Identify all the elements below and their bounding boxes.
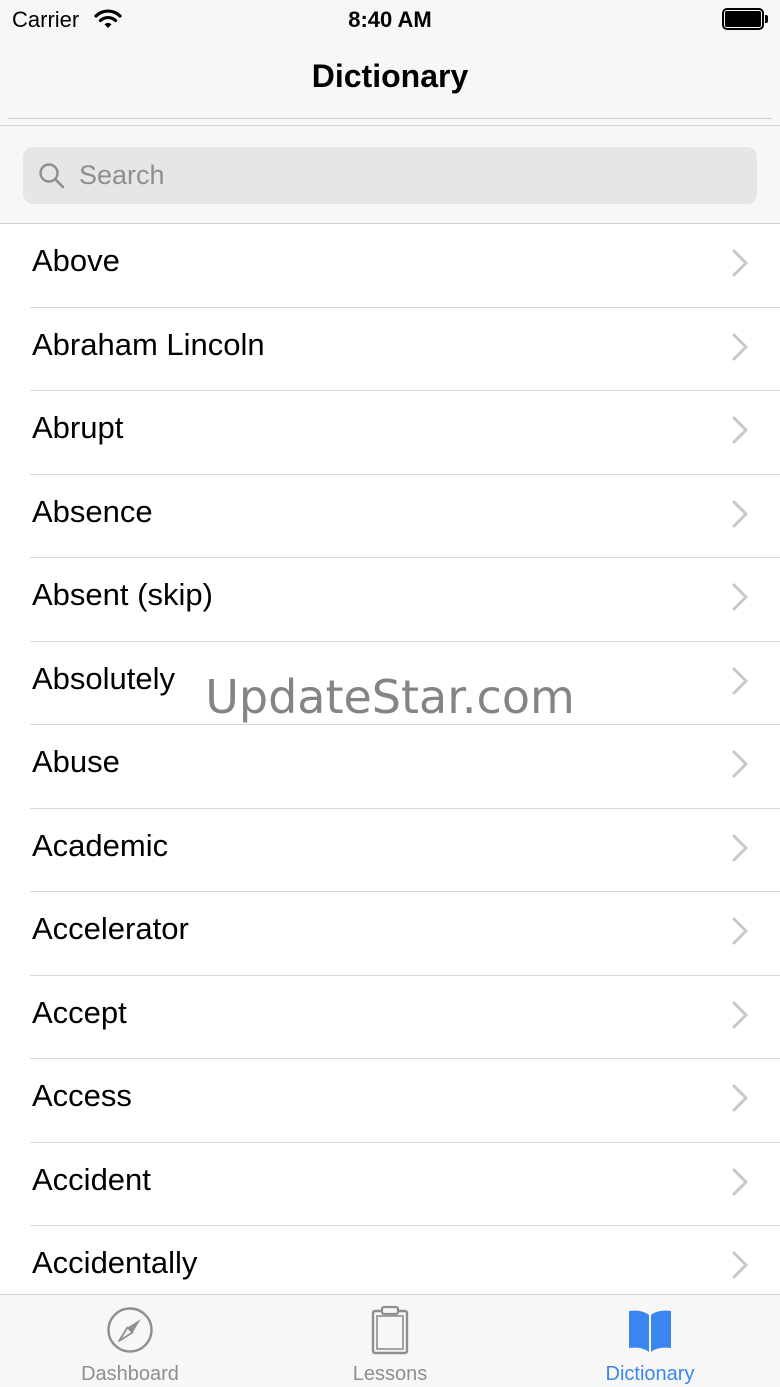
- chevron-right-icon: [731, 1083, 749, 1118]
- list-item[interactable]: Absent (skip): [0, 558, 780, 642]
- list-item[interactable]: Accident: [0, 1143, 780, 1226]
- list-item[interactable]: Academic: [0, 809, 780, 892]
- chevron-right-icon: [731, 916, 749, 951]
- navigation-bar: Dictionary: [0, 40, 780, 126]
- chevron-right-icon: [731, 666, 749, 701]
- list-item[interactable]: Abuse: [0, 725, 780, 809]
- search-input[interactable]: [79, 153, 739, 198]
- list-item-label: Absent (skip): [32, 577, 213, 612]
- status-bar: Carrier 8:40 AM: [0, 0, 780, 40]
- chevron-right-icon: [731, 1167, 749, 1202]
- clipboard-icon: [364, 1305, 416, 1355]
- chevron-right-icon: [731, 499, 749, 534]
- list-item-label: Accept: [32, 994, 127, 1030]
- tab-label: Lessons: [352, 1363, 428, 1385]
- dictionary-list: Above Abraham Lincoln Abrupt Absence Abs…: [0, 224, 780, 1294]
- search-bar: [0, 126, 780, 224]
- list-item-label: Absence: [32, 493, 153, 529]
- chevron-right-icon: [731, 1250, 749, 1285]
- list-item[interactable]: Absence: [0, 475, 780, 558]
- chevron-right-icon: [731, 833, 749, 868]
- chevron-right-icon: [731, 248, 749, 283]
- tab-lessons[interactable]: Lessons: [260, 1295, 520, 1387]
- list-item-label: Accidentally: [32, 1245, 198, 1280]
- list-item-label: Academic: [32, 827, 169, 863]
- list-item[interactable]: Accidentally: [0, 1226, 780, 1294]
- search-field[interactable]: [23, 147, 757, 204]
- divider: [8, 118, 772, 119]
- chevron-right-icon: [731, 415, 749, 450]
- tab-label: Dashboard: [81, 1363, 179, 1385]
- list-item[interactable]: Abraham Lincoln: [0, 308, 780, 391]
- list-item[interactable]: Absolutely: [0, 642, 780, 725]
- battery-icon: [722, 8, 768, 30]
- list-item-label: Above: [32, 243, 120, 278]
- tab-dashboard[interactable]: Dashboard: [0, 1295, 260, 1387]
- chevron-right-icon: [731, 1000, 749, 1035]
- book-icon: [624, 1305, 676, 1355]
- list-item-label: Absolutely: [32, 660, 176, 696]
- list-item-label: Accident: [32, 1161, 151, 1197]
- list-item[interactable]: Above: [0, 224, 780, 308]
- compass-icon: [104, 1305, 156, 1355]
- tab-label: Dictionary: [605, 1363, 695, 1385]
- chevron-right-icon: [731, 332, 749, 367]
- page-title: Dictionary: [311, 58, 469, 94]
- list-item[interactable]: Accelerator: [0, 892, 780, 976]
- list-item-label: Access: [32, 1078, 132, 1113]
- list-item-label: Abuse: [32, 744, 120, 779]
- list-item-label: Accelerator: [32, 911, 189, 946]
- chevron-right-icon: [731, 582, 749, 617]
- search-icon: [38, 162, 66, 195]
- tab-dictionary[interactable]: Dictionary: [520, 1295, 780, 1387]
- tab-bar: Dashboard Lessons Dictionary: [0, 1294, 780, 1387]
- list-item-label: Abraham Lincoln: [32, 326, 265, 362]
- list-item[interactable]: Access: [0, 1059, 780, 1143]
- list-item[interactable]: Abrupt: [0, 391, 780, 475]
- list-item[interactable]: Accept: [0, 976, 780, 1059]
- clock: 8:40 AM: [348, 7, 432, 32]
- chevron-right-icon: [731, 749, 749, 784]
- list-item-label: Abrupt: [32, 410, 124, 445]
